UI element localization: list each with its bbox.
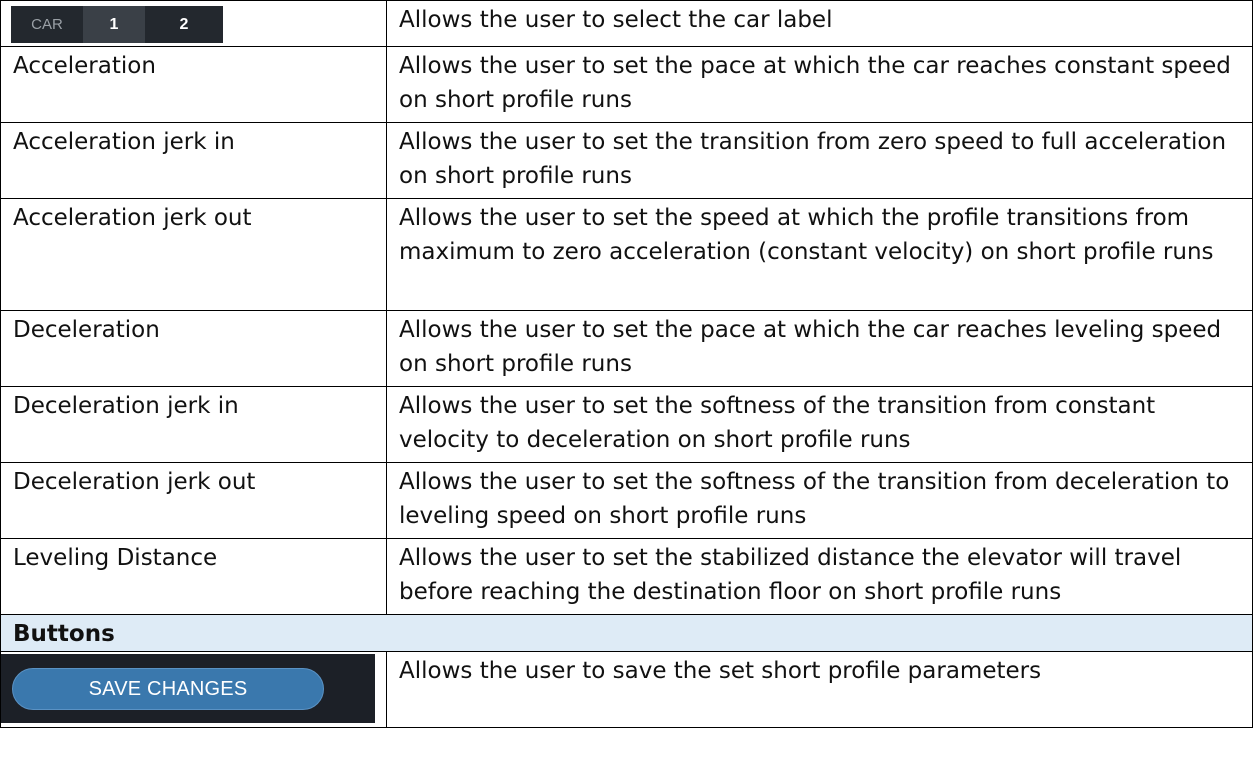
parameter-description: Allows the user to set the softness of t… — [386, 462, 1253, 539]
save-button-cell: SAVE CHANGES — [0, 651, 387, 728]
parameter-name: Deceleration jerk out — [0, 462, 387, 539]
table-row: SAVE CHANGES Allows the user to save the… — [0, 651, 1253, 728]
table-row: Deceleration jerk out Allows the user to… — [0, 462, 1253, 539]
save-changes-button[interactable]: SAVE CHANGES — [12, 667, 324, 710]
table-row: Acceleration Allows the user to set the … — [0, 46, 1253, 123]
table-row: Acceleration jerk out Allows the user to… — [0, 198, 1253, 311]
table-row: Deceleration Allows the user to set the … — [0, 310, 1253, 387]
table-row: CAR 1 2 Allows the user to select the ca… — [0, 0, 1253, 47]
parameter-name: Leveling Distance — [0, 538, 387, 615]
parameter-description: Allows the user to set the pace at which… — [386, 46, 1253, 123]
table-row: Leveling Distance Allows the user to set… — [0, 538, 1253, 615]
parameter-description: Allows the user to set the softness of t… — [386, 386, 1253, 463]
table-row: Deceleration jerk in Allows the user to … — [0, 386, 1253, 463]
car-option-1-button[interactable]: 1 — [83, 6, 145, 43]
car-selector: CAR 1 2 — [11, 6, 223, 43]
parameter-name: Acceleration jerk out — [0, 198, 387, 311]
parameter-description: Allows the user to set the stabilized di… — [386, 538, 1253, 615]
parameter-name: Acceleration jerk in — [0, 122, 387, 199]
car-selector-description: Allows the user to select the car label — [386, 0, 1253, 47]
save-button-description: Allows the user to save the set short pr… — [386, 651, 1253, 728]
section-heading-buttons: Buttons — [0, 614, 1253, 652]
parameter-name: Acceleration — [0, 46, 387, 123]
parameter-name: Deceleration — [0, 310, 387, 387]
parameter-table: CAR 1 2 Allows the user to select the ca… — [0, 0, 1253, 728]
parameter-description: Allows the user to set the speed at whic… — [386, 198, 1253, 311]
car-selector-cell: CAR 1 2 — [0, 0, 387, 47]
parameter-description: Allows the user to set the transition fr… — [386, 122, 1253, 199]
table-row: Acceleration jerk in Allows the user to … — [0, 122, 1253, 199]
save-button-container: SAVE CHANGES — [1, 654, 375, 723]
car-selector-label: CAR — [31, 15, 63, 33]
section-header-row: Buttons — [0, 614, 1253, 652]
parameter-description: Allows the user to set the pace at which… — [386, 310, 1253, 387]
car-option-2-button[interactable]: 2 — [145, 6, 223, 43]
parameter-name: Deceleration jerk in — [0, 386, 387, 463]
